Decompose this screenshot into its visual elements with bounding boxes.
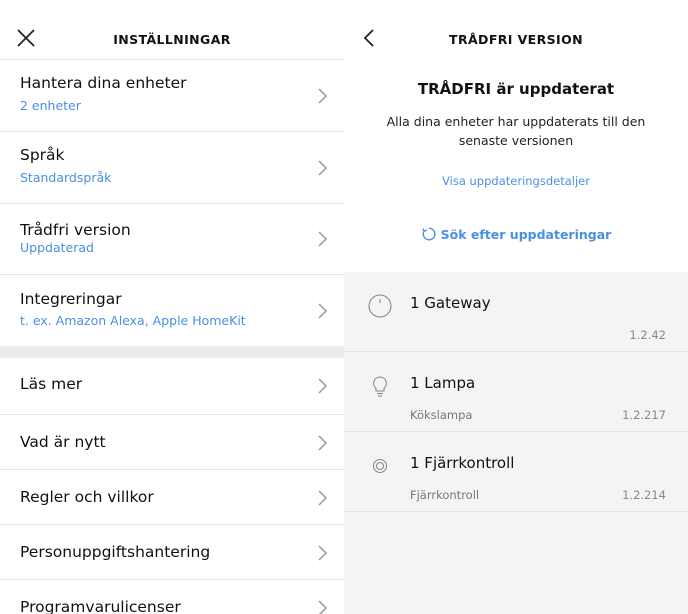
device-version: 1.2.217	[622, 408, 666, 422]
device-row-gateway: 1 Gateway 1.2.42	[344, 272, 688, 352]
settings-item-label: Läs mer	[20, 375, 83, 393]
version-panel: TRÅDFRI VERSION TRÅDFRI är uppdaterat Al…	[344, 0, 688, 614]
chevron-right-icon	[318, 490, 328, 506]
settings-item-terms[interactable]: Regler och villkor	[0, 469, 344, 524]
settings-item-label: Personuppgiftshantering	[20, 543, 211, 561]
page-title: TRÅDFRI VERSION	[449, 32, 583, 47]
settings-item-integrations[interactable]: Integreringar t. ex. Amazon Alexa, Apple…	[0, 274, 344, 346]
check-updates-label: Sök efter uppdateringar	[440, 227, 612, 242]
remote-icon	[372, 458, 388, 474]
device-row-lamp: 1 Lampa Kökslampa 1.2.217	[344, 352, 688, 432]
chevron-right-icon	[318, 88, 328, 104]
gateway-icon	[368, 294, 392, 318]
settings-item-sub: Standardspråk	[20, 170, 112, 185]
device-name: 1 Lampa	[410, 374, 476, 392]
settings-item-label: Hantera dina enheter	[20, 74, 187, 92]
chevron-right-icon	[318, 231, 328, 247]
settings-item-label: Trådfri version	[20, 221, 131, 239]
refresh-icon	[421, 227, 436, 241]
settings-item-privacy[interactable]: Personuppgiftshantering	[0, 524, 344, 579]
page-title: INSTÄLLNINGAR	[113, 32, 231, 47]
device-name: 1 Gateway	[410, 294, 491, 312]
device-list: 1 Gateway 1.2.42 1 Lampa Kökslampa 1.2.2…	[344, 272, 688, 614]
settings-item-licenses[interactable]: Programvarulicenser	[0, 579, 344, 614]
settings-item-label: Programvarulicenser	[20, 598, 181, 614]
settings-item-label: Vad är nytt	[20, 433, 106, 451]
status-description: Alla dina enheter har uppdaterats till d…	[386, 114, 646, 148]
device-name: 1 Fjärrkontroll	[410, 454, 515, 472]
device-sub: Fjärrkontroll	[410, 488, 480, 502]
status-heading: TRÅDFRI är uppdaterat	[417, 80, 615, 98]
chevron-right-icon	[318, 160, 328, 176]
chevron-right-icon	[318, 378, 328, 394]
settings-item-label: Integreringar	[20, 290, 122, 308]
settings-item-read-more[interactable]: Läs mer	[0, 358, 344, 414]
settings-item-label: Språk	[20, 146, 65, 164]
device-version: 1.2.214	[622, 488, 666, 502]
update-details-link[interactable]: Visa uppdateringsdetaljer	[344, 174, 688, 188]
settings-item-label: Regler och villkor	[20, 488, 154, 506]
section-divider	[0, 346, 344, 358]
bulb-icon	[373, 376, 387, 397]
device-row-remote: 1 Fjärrkontroll Fjärrkontroll 1.2.214	[344, 432, 688, 512]
version-header: TRÅDFRI VERSION	[344, 0, 688, 60]
chevron-right-icon	[318, 435, 328, 451]
settings-header: INSTÄLLNINGAR	[0, 0, 344, 60]
settings-item-sub: 2 enheter	[20, 98, 81, 113]
settings-item-language[interactable]: Språk Standardspråk	[0, 131, 344, 203]
chevron-right-icon	[318, 303, 328, 319]
device-version: 1.2.42	[629, 328, 666, 342]
settings-panel: INSTÄLLNINGAR Hantera dina enheter 2 enh…	[0, 0, 344, 614]
settings-item-whats-new[interactable]: Vad är nytt	[0, 414, 344, 469]
settings-item-sub: Uppdaterad	[20, 240, 94, 255]
check-updates-button[interactable]: Sök efter uppdateringar	[344, 226, 688, 242]
settings-item-sub: t. ex. Amazon Alexa, Apple HomeKit	[20, 313, 246, 328]
settings-item-version[interactable]: Trådfri version Uppdaterad	[0, 203, 344, 274]
chevron-right-icon	[318, 600, 328, 614]
device-sub: Kökslampa	[410, 408, 473, 422]
settings-item-devices[interactable]: Hantera dina enheter 2 enheter	[0, 59, 344, 131]
chevron-right-icon	[318, 545, 328, 561]
